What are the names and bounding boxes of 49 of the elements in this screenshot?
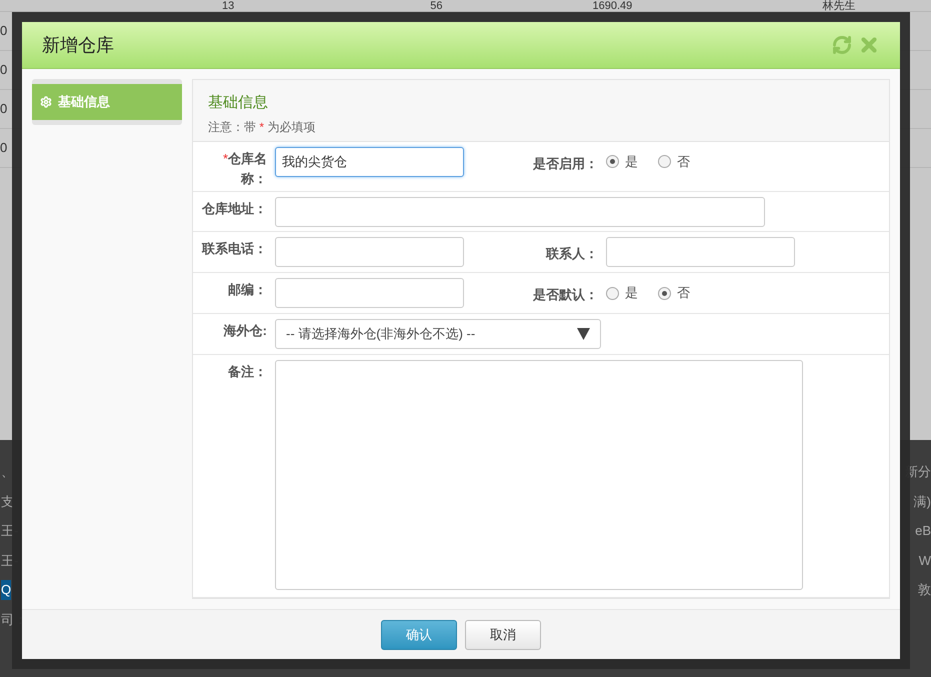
- background-text: 支: [1, 492, 14, 510]
- field-label: 是否启用：: [533, 154, 598, 173]
- field-label: 仓库地址：: [200, 200, 267, 218]
- field-label: 联系电话：: [200, 240, 267, 258]
- table-cell: 1690.49: [592, 0, 632, 11]
- table-cell: 13: [222, 0, 234, 11]
- cancel-button[interactable]: 取消: [465, 620, 541, 650]
- field-label: *仓库名称：: [222, 150, 267, 188]
- table-cell-text: 0: [0, 22, 8, 40]
- radio-button[interactable]: [658, 155, 671, 168]
- radio-label: 是: [625, 284, 638, 302]
- text-input[interactable]: [606, 237, 795, 268]
- table-cell: 林先生: [822, 0, 856, 11]
- radio-label: 是: [625, 152, 638, 171]
- field-label: 备注：: [226, 363, 267, 381]
- text-input[interactable]: [275, 196, 765, 227]
- table-cell-text: 0: [0, 61, 8, 80]
- required-note: 注意：带 * 为必填项: [208, 118, 316, 136]
- text-input[interactable]: [275, 278, 464, 308]
- radio-label: 否: [677, 284, 690, 302]
- field-label: 邮编：: [227, 281, 267, 300]
- background-text: 司：: [1, 610, 27, 628]
- text-input[interactable]: [275, 237, 464, 268]
- background-text: 满): [914, 492, 931, 511]
- table-cell-text: 0: [0, 100, 8, 118]
- background-text: Q: [1, 580, 12, 600]
- text-input[interactable]: 我的尖货仓: [275, 146, 464, 177]
- table-cell-text: 0: [0, 139, 8, 158]
- background-text: 王-: [1, 552, 18, 570]
- notes-textarea[interactable]: [275, 360, 803, 590]
- dialog-title: 新增仓库: [42, 34, 114, 56]
- gear-icon: [40, 96, 52, 108]
- caret-icon: [577, 328, 590, 340]
- section-title: 基础信息: [208, 93, 268, 113]
- background-text: 、: [1, 463, 14, 481]
- field-label: 海外仓:: [222, 322, 267, 340]
- radio-label: 否: [677, 152, 690, 171]
- field-label: 联系人：: [546, 245, 598, 264]
- radio-button[interactable]: [658, 286, 671, 300]
- background-text: 王-: [1, 522, 18, 540]
- table-cell: 56: [430, 0, 442, 11]
- radio-button[interactable]: [606, 155, 619, 168]
- radio-button[interactable]: [606, 286, 619, 300]
- background-text: eB: [915, 522, 931, 540]
- background-text: W: [918, 552, 931, 570]
- dropdown-select[interactable]: -- 请选择海外仓(非海外仓不选) --: [275, 319, 601, 350]
- background-text: 敦: [918, 581, 931, 599]
- field-label: 是否默认：: [533, 286, 598, 304]
- refresh-icon[interactable]: [832, 35, 852, 55]
